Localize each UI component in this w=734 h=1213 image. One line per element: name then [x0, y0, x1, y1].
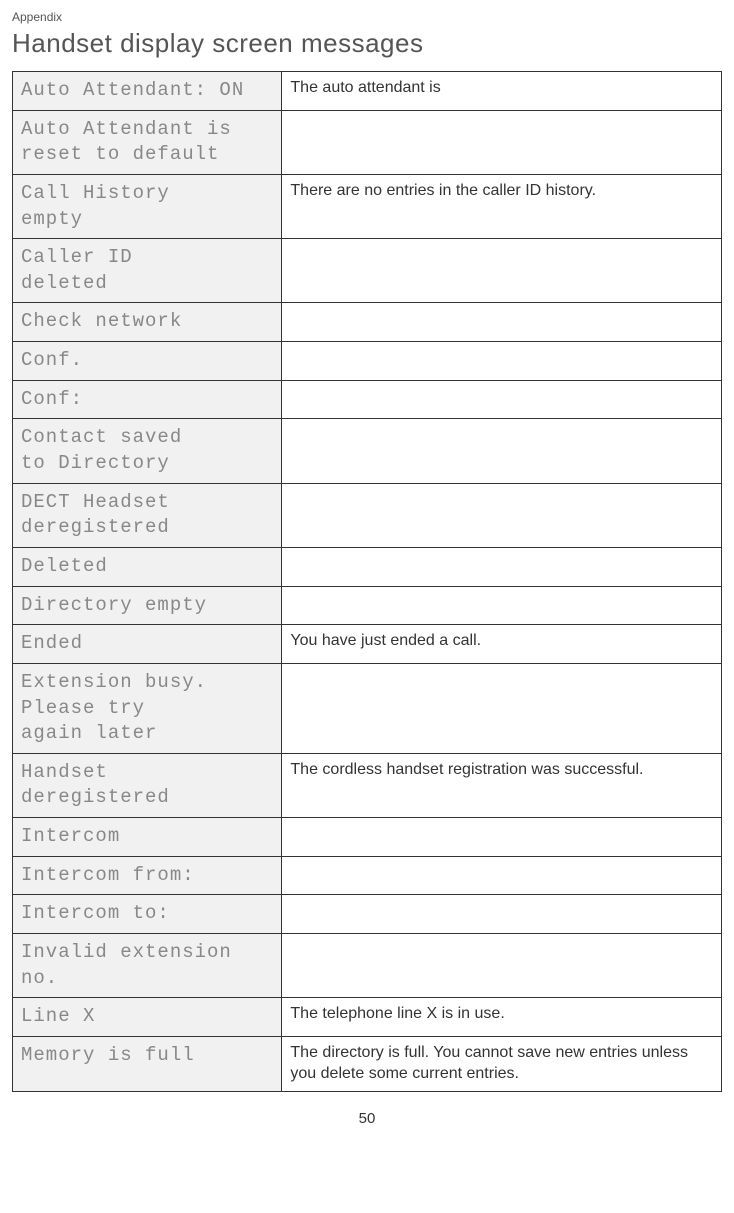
- lcd-cell: Conf:: [13, 380, 282, 419]
- lcd-cell: Intercom: [13, 818, 282, 857]
- lcd-cell: Handset deregistered: [13, 753, 282, 817]
- lcd-cell: Intercom from:: [13, 856, 282, 895]
- table-row: Caller ID deleted: [13, 239, 722, 303]
- desc-cell: [282, 663, 722, 753]
- desc-cell: [282, 110, 722, 174]
- lcd-cell: Directory empty: [13, 586, 282, 625]
- lcd-cell: Memory is full: [13, 1036, 282, 1091]
- desc-cell: You have just ended a call.: [282, 625, 722, 664]
- lcd-cell: Ended: [13, 625, 282, 664]
- desc-cell: [282, 934, 722, 998]
- table-row: Directory empty: [13, 586, 722, 625]
- lcd-cell: Invalid extension no.: [13, 934, 282, 998]
- lcd-cell: Auto Attendant is reset to default: [13, 110, 282, 174]
- desc-cell: The auto attendant is: [282, 72, 722, 111]
- desc-cell: [282, 239, 722, 303]
- lcd-cell: Intercom to:: [13, 895, 282, 934]
- desc-cell: [282, 303, 722, 342]
- desc-cell: The telephone line X is in use.: [282, 998, 722, 1037]
- desc-cell: [282, 342, 722, 381]
- section-label: Appendix: [12, 10, 722, 24]
- table-row: Line XThe telephone line X is in use.: [13, 998, 722, 1037]
- desc-cell: [282, 818, 722, 857]
- desc-cell: The directory is full. You cannot save n…: [282, 1036, 722, 1091]
- table-row: Intercom: [13, 818, 722, 857]
- lcd-cell: Deleted: [13, 547, 282, 586]
- table-row: Conf:: [13, 380, 722, 419]
- desc-cell: [282, 547, 722, 586]
- table-row: Check network: [13, 303, 722, 342]
- table-row: Contact saved to Directory: [13, 419, 722, 483]
- lcd-cell: Conf.: [13, 342, 282, 381]
- lcd-cell: Caller ID deleted: [13, 239, 282, 303]
- page-title: Handset display screen messages: [12, 28, 722, 59]
- table-row: DECT Headset deregistered: [13, 483, 722, 547]
- table-row: Auto Attendant is reset to default: [13, 110, 722, 174]
- lcd-cell: Contact saved to Directory: [13, 419, 282, 483]
- desc-cell: [282, 380, 722, 419]
- lcd-cell: DECT Headset deregistered: [13, 483, 282, 547]
- lcd-cell: Extension busy. Please try again later: [13, 663, 282, 753]
- desc-cell: The cordless handset registration was su…: [282, 753, 722, 817]
- table-row: Call History emptyThere are no entries i…: [13, 174, 722, 238]
- messages-table: Auto Attendant: ONThe auto attendant is …: [12, 71, 722, 1092]
- lcd-cell: Call History empty: [13, 174, 282, 238]
- page-number: 50: [12, 1110, 722, 1127]
- table-row: Extension busy. Please try again later: [13, 663, 722, 753]
- desc-cell: [282, 586, 722, 625]
- lcd-cell: Line X: [13, 998, 282, 1037]
- table-row: Handset deregisteredThe cordless handset…: [13, 753, 722, 817]
- desc-cell: [282, 483, 722, 547]
- desc-cell: [282, 419, 722, 483]
- desc-cell: [282, 895, 722, 934]
- table-row: Conf.: [13, 342, 722, 381]
- table-row: Intercom from:: [13, 856, 722, 895]
- table-row: Invalid extension no.: [13, 934, 722, 998]
- desc-cell: There are no entries in the caller ID hi…: [282, 174, 722, 238]
- lcd-cell: Auto Attendant: ON: [13, 72, 282, 111]
- table-row: Intercom to:: [13, 895, 722, 934]
- lcd-cell: Check network: [13, 303, 282, 342]
- table-row: EndedYou have just ended a call.: [13, 625, 722, 664]
- desc-cell: [282, 856, 722, 895]
- table-row: Auto Attendant: ONThe auto attendant is: [13, 72, 722, 111]
- table-row: Memory is fullThe directory is full. You…: [13, 1036, 722, 1091]
- table-row: Deleted: [13, 547, 722, 586]
